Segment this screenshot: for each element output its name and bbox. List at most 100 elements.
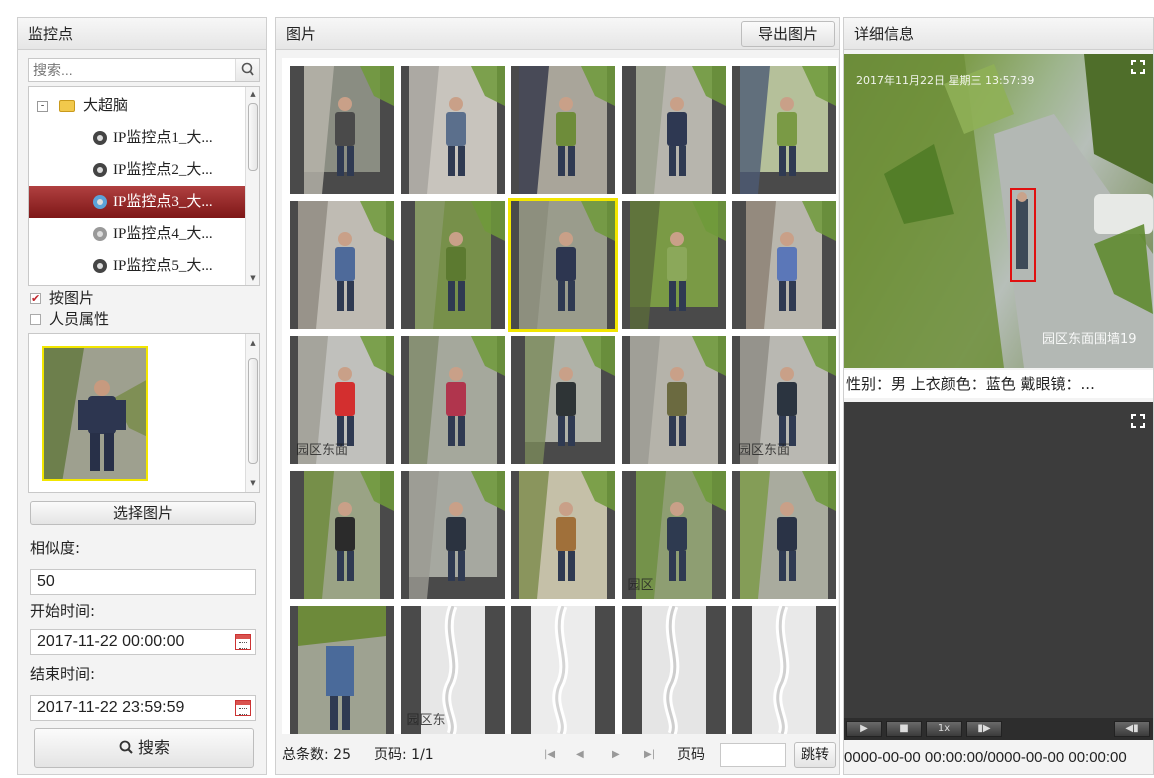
result-thumbnail[interactable]: [511, 606, 615, 734]
result-thumbnail[interactable]: [400, 336, 505, 464]
result-thumbnail[interactable]: 园区东面: [732, 336, 836, 464]
end-time-value: 2017-11-22 23:59:59: [37, 699, 185, 716]
search-box[interactable]: [28, 58, 260, 82]
person-attr-checkbox[interactable]: [30, 314, 41, 325]
thumbnail-overlay-text: 园区东面: [738, 443, 791, 458]
scroll-down-icon[interactable]: ▼: [248, 478, 258, 488]
step-icon[interactable]: ▮▶: [966, 721, 1002, 737]
result-thumbnail[interactable]: [290, 471, 394, 599]
tree-item-label: IP监控点1_大...: [113, 130, 213, 146]
result-thumbnail[interactable]: [400, 471, 505, 599]
by-image-option[interactable]: 按图片: [30, 288, 95, 309]
start-time-value: 2017-11-22 00:00:00: [37, 633, 185, 650]
jump-button[interactable]: 跳转: [794, 742, 836, 768]
tree-item-camera-5[interactable]: IP监控点5_大...: [29, 250, 249, 282]
calendar-icon[interactable]: [235, 700, 251, 716]
search-button-label: 搜索: [137, 738, 170, 757]
snapshot-view[interactable]: 2017年11月22日 星期三 13:57:39 园区东面围墙19: [844, 54, 1153, 368]
detail-title: 详细信息: [844, 18, 1153, 50]
result-thumbnail[interactable]: [732, 606, 836, 734]
result-thumbnail[interactable]: [508, 198, 618, 332]
images-title-label: 图片: [286, 25, 317, 43]
tree-item-camera-2[interactable]: IP监控点2_大...: [29, 154, 249, 186]
result-thumbnail[interactable]: [732, 201, 836, 329]
images-title: 图片 导出图片: [276, 18, 839, 50]
result-thumbnail[interactable]: [621, 66, 726, 194]
similarity-label: 相似度:: [30, 539, 81, 557]
next-page-icon[interactable]: ▶: [612, 740, 620, 770]
result-thumbnail[interactable]: 园区: [621, 471, 726, 599]
result-thumbnail[interactable]: [290, 606, 394, 734]
tree-item-label: IP监控点3_大...: [113, 194, 213, 210]
scroll-thumb[interactable]: [248, 358, 258, 464]
tree-scrollbar[interactable]: ▲ ▼: [245, 87, 259, 285]
thumbnail-grid: 园区东面 园区东面 园区 园区东: [282, 58, 838, 734]
playback-view[interactable]: [844, 402, 1153, 732]
search-icon[interactable]: [235, 59, 259, 81]
folder-icon: [59, 100, 75, 112]
export-images-button[interactable]: 导出图片: [741, 21, 835, 47]
by-image-checkbox[interactable]: [30, 289, 41, 309]
person-attr-label: 人员属性: [49, 310, 110, 328]
fullscreen-icon[interactable]: [1131, 414, 1145, 428]
result-thumbnail[interactable]: 园区东面: [290, 336, 394, 464]
end-time-label: 结束时间:: [30, 665, 96, 683]
pager: 总条数: 25 页码: 1/1 |◀ ◀ ▶ ▶| 页码 跳转: [282, 740, 838, 770]
result-thumbnail[interactable]: [621, 606, 726, 734]
result-thumbnail[interactable]: 园区东: [400, 606, 505, 734]
audio-icon[interactable]: ◀▮: [1114, 721, 1150, 737]
scroll-up-icon[interactable]: ▲: [248, 89, 258, 99]
calendar-icon[interactable]: [235, 634, 251, 650]
tree-item-label: IP监控点4_大...: [113, 226, 213, 242]
tree-item-camera-3[interactable]: IP监控点3_大...: [29, 186, 249, 218]
stop-icon[interactable]: ■: [886, 721, 922, 737]
tree-item-camera-4[interactable]: IP监控点4_大...: [29, 218, 249, 250]
camera-icon: [93, 131, 107, 145]
first-page-icon[interactable]: |◀: [544, 740, 555, 770]
result-thumbnail[interactable]: [732, 471, 836, 599]
person-attr-option[interactable]: 人员属性: [30, 309, 109, 329]
result-thumbnail[interactable]: [621, 336, 726, 464]
play-icon[interactable]: ▶: [846, 721, 882, 737]
similarity-field[interactable]: 50: [30, 569, 256, 595]
result-thumbnail[interactable]: [511, 66, 615, 194]
by-image-label: 按图片: [49, 289, 95, 307]
video-timestamp: 2017年11月22日 星期三 13:57:39: [856, 74, 1035, 87]
start-time-field[interactable]: 2017-11-22 00:00:00: [30, 629, 256, 655]
result-thumbnail[interactable]: [400, 201, 505, 329]
result-thumbnail[interactable]: [511, 471, 615, 599]
search-input[interactable]: [29, 59, 229, 81]
result-thumbnail[interactable]: [290, 66, 394, 194]
result-thumbnail[interactable]: [621, 201, 726, 329]
camera-icon: [93, 163, 107, 177]
tree-root-label: 大超脑: [83, 98, 129, 114]
reference-scrollbar[interactable]: ▲ ▼: [245, 334, 259, 492]
result-thumbnail[interactable]: [290, 201, 394, 329]
page-info: 页码: 1/1: [374, 747, 434, 763]
search-icon: [119, 740, 133, 754]
select-image-button[interactable]: 选择图片: [30, 501, 256, 525]
search-button[interactable]: 搜索: [34, 728, 254, 768]
camera-tree: - 大超脑 IP监控点1_大... IP监控点2_大... IP监控点3_大..…: [28, 86, 260, 286]
start-time-label: 开始时间:: [30, 602, 96, 620]
result-thumbnail[interactable]: [511, 336, 615, 464]
last-page-icon[interactable]: ▶|: [644, 740, 655, 770]
tree-item-label: IP监控点2_大...: [113, 162, 213, 178]
tree-root[interactable]: - 大超脑: [29, 90, 249, 122]
video-caption: 园区东面围墙19: [1042, 332, 1137, 347]
scroll-down-icon[interactable]: ▼: [248, 273, 258, 283]
speed-button[interactable]: 1x: [926, 721, 962, 737]
reference-image-box: ▲ ▼: [28, 333, 260, 493]
end-time-field[interactable]: 2017-11-22 23:59:59: [30, 695, 256, 721]
total-count: 总条数: 25: [282, 747, 351, 763]
tree-item-camera-1[interactable]: IP监控点1_大...: [29, 122, 249, 154]
prev-page-icon[interactable]: ◀: [576, 740, 584, 770]
result-thumbnail[interactable]: [400, 66, 505, 194]
result-thumbnail[interactable]: [732, 66, 836, 194]
page-input[interactable]: [720, 743, 786, 767]
scroll-up-icon[interactable]: ▲: [248, 338, 258, 348]
image-results-panel: 图片 导出图片 园区东面 园区东面 园区 园区东 总条数: 25 页码: 1/1 |◀…: [275, 17, 840, 775]
scroll-thumb[interactable]: [248, 103, 258, 171]
fullscreen-icon[interactable]: [1131, 60, 1145, 74]
collapse-icon[interactable]: -: [37, 101, 48, 112]
